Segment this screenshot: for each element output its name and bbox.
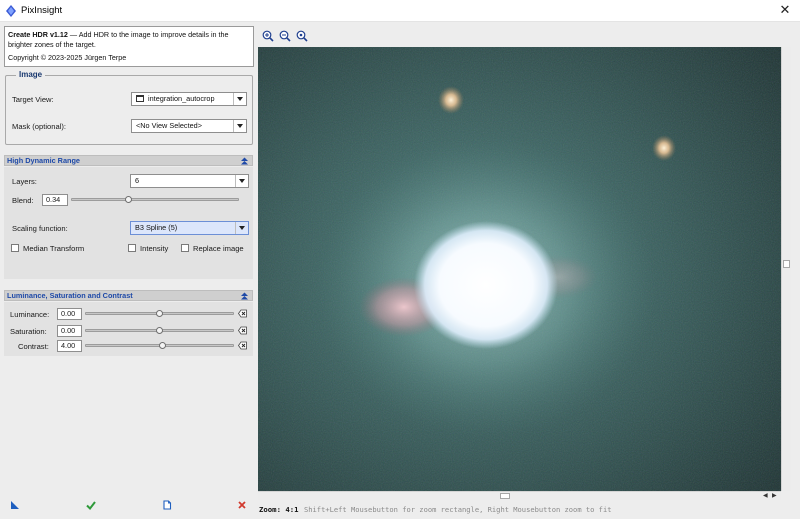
zoom-hint: Shift+Left Mousebutton for zoom rectangl… (304, 505, 612, 514)
scroll-left-arrow-icon[interactable]: ◀ (763, 492, 768, 500)
chevron-down-icon (235, 175, 248, 187)
documentation-icon[interactable] (162, 500, 172, 510)
luminance-label: Luminance: (10, 310, 50, 319)
zoom-fit-icon[interactable] (296, 30, 308, 42)
reset-saturation-icon[interactable] (238, 326, 247, 335)
layers-label: Layers: (12, 177, 37, 186)
chevron-down-icon (235, 222, 248, 234)
preview-horizontal-scrollbar[interactable]: ◀ ▶ (258, 491, 781, 500)
script-description: Create HDR v1.12 — Add HDR to the image … (4, 26, 254, 67)
copyright-text: Copyright © 2023-2025 Jürgen Terpe (8, 53, 127, 63)
zoom-out-icon[interactable] (279, 30, 291, 42)
layers-value: 6 (135, 176, 140, 185)
luminance-slider-handle[interactable] (156, 310, 163, 317)
zoom-level: Zoom: 4:1 (259, 505, 299, 514)
cancel-close-icon[interactable] (237, 500, 247, 510)
window-close-button[interactable]: ✕ (776, 2, 794, 20)
blend-slider-handle[interactable] (125, 196, 132, 203)
chevron-down-icon (233, 120, 246, 132)
zoom-in-icon[interactable] (262, 30, 274, 42)
saturation-slider-handle[interactable] (156, 327, 163, 334)
target-view-label: Target View: (12, 95, 54, 104)
scaling-function-select[interactable]: B3 Spline (5) (130, 221, 249, 235)
image-group-title: Image (16, 70, 46, 79)
luminance-input[interactable]: 0.00 (57, 308, 82, 320)
scaling-function-value: B3 Spline (5) (135, 223, 178, 232)
layers-select[interactable]: 6 (130, 174, 249, 188)
collapse-icon[interactable] (241, 157, 248, 165)
replace-image-checkbox[interactable] (181, 244, 189, 252)
contrast-slider-handle[interactable] (159, 342, 166, 349)
settings-panel: Create HDR v1.12 — Add HDR to the image … (0, 22, 256, 519)
new-instance-triangle-icon[interactable] (10, 500, 20, 510)
lsc-section-header[interactable]: Luminance, Saturation and Contrast (4, 290, 253, 301)
blend-slider[interactable] (71, 198, 239, 201)
preview-toolbar (256, 22, 800, 47)
horizontal-scroll-thumb[interactable] (500, 493, 510, 499)
title-bar: PixInsight ✕ (0, 0, 800, 22)
reset-luminance-icon[interactable] (238, 309, 247, 318)
target-view-select[interactable]: integration_autocrop (131, 92, 247, 106)
preview-panel: ◀ ▶ Zoom: 4:1 Shift+Left Mousebutton for… (256, 22, 800, 519)
image-view-icon (136, 95, 144, 102)
blend-label: Blend: (12, 196, 34, 205)
hdr-section-title: High Dynamic Range (7, 156, 80, 165)
intensity-label: Intensity (140, 244, 169, 253)
pixinsight-logo-icon (6, 5, 16, 17)
scroll-right-arrow-icon[interactable]: ▶ (772, 492, 777, 500)
image-group: Image (5, 70, 253, 145)
vertical-scroll-thumb[interactable] (783, 260, 790, 268)
preview-vertical-scrollbar[interactable] (781, 47, 791, 491)
saturation-label: Saturation: (10, 327, 47, 336)
saturation-input[interactable]: 0.00 (57, 325, 82, 337)
preview-status-bar: Zoom: 4:1 Shift+Left Mousebutton for zoo… (256, 501, 800, 519)
mask-label: Mask (optional): (12, 122, 67, 131)
mask-value: <No View Selected> (136, 121, 202, 130)
image-preview[interactable] (258, 47, 781, 491)
execute-check-icon[interactable] (86, 500, 96, 510)
window-title: PixInsight (21, 5, 63, 16)
hdr-section-header[interactable]: High Dynamic Range (4, 155, 253, 166)
script-name: Create HDR v1.12 (8, 30, 68, 39)
median-transform-label: Median Transform (23, 244, 85, 253)
contrast-input[interactable]: 4.00 (57, 340, 82, 352)
chevron-down-icon (233, 93, 246, 105)
target-view-value: integration_autocrop (148, 94, 215, 103)
mask-select[interactable]: <No View Selected> (131, 119, 247, 133)
scaling-function-label: Scaling function: (12, 224, 68, 233)
median-transform-checkbox[interactable] (11, 244, 19, 252)
lsc-section-title: Luminance, Saturation and Contrast (7, 291, 133, 300)
blend-input[interactable]: 0.34 (42, 194, 68, 206)
preview-image (258, 47, 781, 491)
collapse-icon[interactable] (241, 292, 248, 300)
reset-contrast-icon[interactable] (238, 341, 247, 350)
contrast-label: Contrast: (18, 342, 49, 351)
intensity-checkbox[interactable] (128, 244, 136, 252)
replace-image-label: Replace image (193, 244, 244, 253)
